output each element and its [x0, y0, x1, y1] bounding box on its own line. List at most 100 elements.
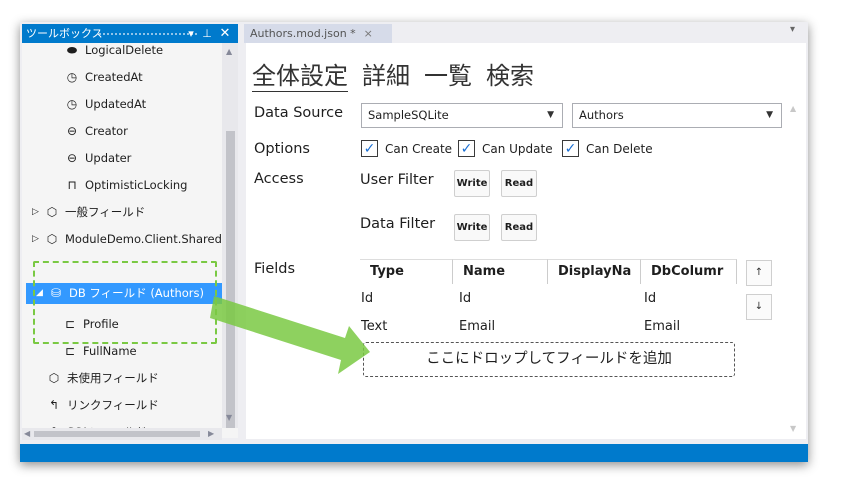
toggle-icon: ⬬	[66, 43, 78, 57]
scroll-thumb[interactable]	[226, 131, 235, 428]
column-header-dbcolumn[interactable]: DbColumr	[641, 259, 737, 284]
cell-name[interactable]: Id	[459, 291, 471, 306]
toolbox-group-label: ModuleDemo.Client.Shared	[65, 232, 222, 246]
toolbox-group-link[interactable]: ↰ リンクフィールド	[46, 392, 159, 419]
toolbox-item-logicaldelete[interactable]: ⬬ LogicalDelete	[64, 43, 163, 64]
toolbox-item-optimisticlocking[interactable]: ⊓ OptimisticLocking	[64, 172, 187, 199]
toolbox-group-moduledemo[interactable]: ▷ ⬡ ModuleDemo.Client.Shared	[32, 226, 222, 253]
settings-tabs: 全体設定 詳細 一覧 検索	[252, 56, 548, 92]
tab-list[interactable]: 一覧	[424, 56, 472, 92]
cube-icon: ⬡	[46, 232, 58, 246]
tab-detail[interactable]: 詳細	[362, 56, 410, 92]
access-label: Access	[254, 171, 304, 187]
toolbox-horizontal-scrollbar[interactable]: ◀ ▶	[22, 428, 222, 440]
lock-icon: ⊓	[67, 178, 77, 192]
chevron-down-icon: ▼	[766, 110, 773, 120]
toolbox-group-general[interactable]: ▷ ⬡ 一般フィールド	[32, 199, 145, 226]
clock-icon: ◷	[66, 97, 78, 111]
data-filter-label: Data Filter	[360, 216, 436, 232]
pin-icon[interactable]: ⊥	[200, 24, 214, 43]
options-label: Options	[254, 141, 310, 157]
data-filter-write-button[interactable]: Write	[454, 214, 490, 241]
toolbox-item-label: Creator	[85, 124, 128, 138]
scroll-down-icon[interactable]: ▼	[790, 424, 796, 433]
user-filter-read-button[interactable]: Read	[501, 170, 537, 197]
toolbox-list: ⬬ LogicalDelete ◷ CreatedAt ◷ UpdatedAt …	[22, 43, 222, 428]
link-icon: ⊖	[66, 124, 78, 138]
check-icon: ✓	[361, 140, 378, 157]
toolbox-group-unused[interactable]: ⬡ 未使用フィールド	[46, 365, 159, 392]
cube-icon: ⬡	[46, 419, 62, 428]
check-icon: ✓	[562, 140, 579, 157]
chevron-down-icon: ▼	[547, 110, 554, 120]
toolbox-title: ツールボックス	[26, 27, 103, 40]
field-drop-zone[interactable]: ここにドロップしてフィールドを追加	[363, 342, 735, 377]
cube-icon: ⬡	[46, 205, 58, 219]
tab-overflow-icon[interactable]: ▾	[790, 24, 795, 35]
close-icon[interactable]: ×	[364, 27, 373, 40]
toolbox-item-label: CreatedAt	[85, 70, 143, 84]
document-tab-label: Authors.mod.json *	[250, 27, 356, 40]
toolbox-group-sql[interactable]: ⬡ SQLフィールド	[46, 419, 147, 428]
data-source-select[interactable]: SampleSQLite ▼	[361, 103, 563, 128]
scroll-left-icon[interactable]: ◀	[24, 429, 30, 438]
tab-general-settings[interactable]: 全体設定	[252, 56, 348, 92]
check-icon: ✓	[458, 140, 475, 157]
toolbox-item-updatedat[interactable]: ◷ UpdatedAt	[64, 91, 146, 118]
checkbox-label: Can Delete	[586, 141, 653, 156]
expand-icon[interactable]: ▷	[32, 226, 40, 253]
status-bar	[20, 444, 808, 462]
expand-icon[interactable]: ▷	[32, 199, 40, 226]
toolbox-item-updater[interactable]: ⊖ Updater	[64, 145, 131, 172]
toolbox-group-label: 未使用フィールド	[67, 371, 159, 385]
link-field-icon: ↰	[48, 398, 60, 412]
column-header-displayname[interactable]: DisplayNa	[548, 259, 641, 284]
toolbox-panel: ツールボックス ▾ ⊥ ✕ ⬬ LogicalDelete ◷ CreatedA…	[22, 24, 238, 440]
clock-icon: ◷	[66, 70, 78, 84]
cell-type[interactable]: Id	[361, 291, 373, 306]
toolbox-group-label: SQLフィールド	[67, 419, 147, 428]
drag-grip[interactable]	[98, 32, 198, 36]
scroll-right-icon[interactable]: ▶	[208, 429, 214, 438]
can-create-checkbox[interactable]: ✓ Can Create	[361, 140, 452, 157]
chevron-down-icon[interactable]: ▾	[184, 24, 198, 43]
column-header-type[interactable]: Type	[360, 259, 453, 284]
user-filter-write-button[interactable]: Write	[454, 170, 490, 197]
data-source-value: SampleSQLite	[368, 108, 449, 122]
toolbox-item-creator[interactable]: ⊖ Creator	[64, 118, 128, 145]
toolbox-item-createdat[interactable]: ◷ CreatedAt	[64, 64, 143, 91]
cell-type[interactable]: Text	[361, 319, 387, 334]
document-tab[interactable]: Authors.mod.json * ×	[244, 24, 392, 43]
scroll-up-icon[interactable]: ▲	[226, 47, 232, 56]
data-filter-read-button[interactable]: Read	[501, 214, 537, 241]
drag-source-highlight	[33, 261, 217, 344]
toolbox-item-label: Updater	[85, 151, 132, 165]
close-icon[interactable]: ✕	[218, 24, 232, 43]
link-icon: ⊖	[66, 151, 78, 165]
data-source-label: Data Source	[254, 105, 344, 121]
scroll-thumb[interactable]	[34, 431, 200, 437]
can-delete-checkbox[interactable]: ✓ Can Delete	[562, 140, 653, 157]
user-filter-label: User Filter	[360, 172, 434, 188]
toolbox-vertical-scrollbar[interactable]: ▲ ▼	[222, 43, 238, 428]
toolbox-group-label: 一般フィールド	[65, 205, 146, 219]
cube-icon: ⬡	[48, 371, 60, 385]
move-up-button[interactable]: ↑	[746, 260, 772, 286]
toolbox-titlebar: ツールボックス ▾ ⊥ ✕	[22, 24, 238, 43]
cell-dbcolumn[interactable]: Id	[644, 291, 656, 306]
tab-search[interactable]: 検索	[486, 56, 534, 92]
checkbox-label: Can Create	[385, 141, 453, 156]
checkbox-label: Can Update	[482, 141, 553, 156]
can-update-checkbox[interactable]: ✓ Can Update	[458, 140, 553, 157]
column-header-name[interactable]: Name	[453, 259, 548, 284]
cell-dbcolumn[interactable]: Email	[644, 319, 680, 334]
cell-name[interactable]: Email	[459, 319, 495, 334]
table-value: Authors	[579, 108, 624, 122]
move-down-button[interactable]: ↓	[746, 294, 772, 320]
fields-label: Fields	[254, 261, 296, 277]
toolbox-item-label: UpdatedAt	[85, 97, 147, 111]
scroll-up-icon[interactable]: ▲	[790, 104, 796, 113]
toolbox-item-label: LogicalDelete	[85, 43, 164, 57]
scroll-down-icon[interactable]: ▼	[226, 413, 232, 422]
table-select[interactable]: Authors ▼	[572, 103, 782, 128]
